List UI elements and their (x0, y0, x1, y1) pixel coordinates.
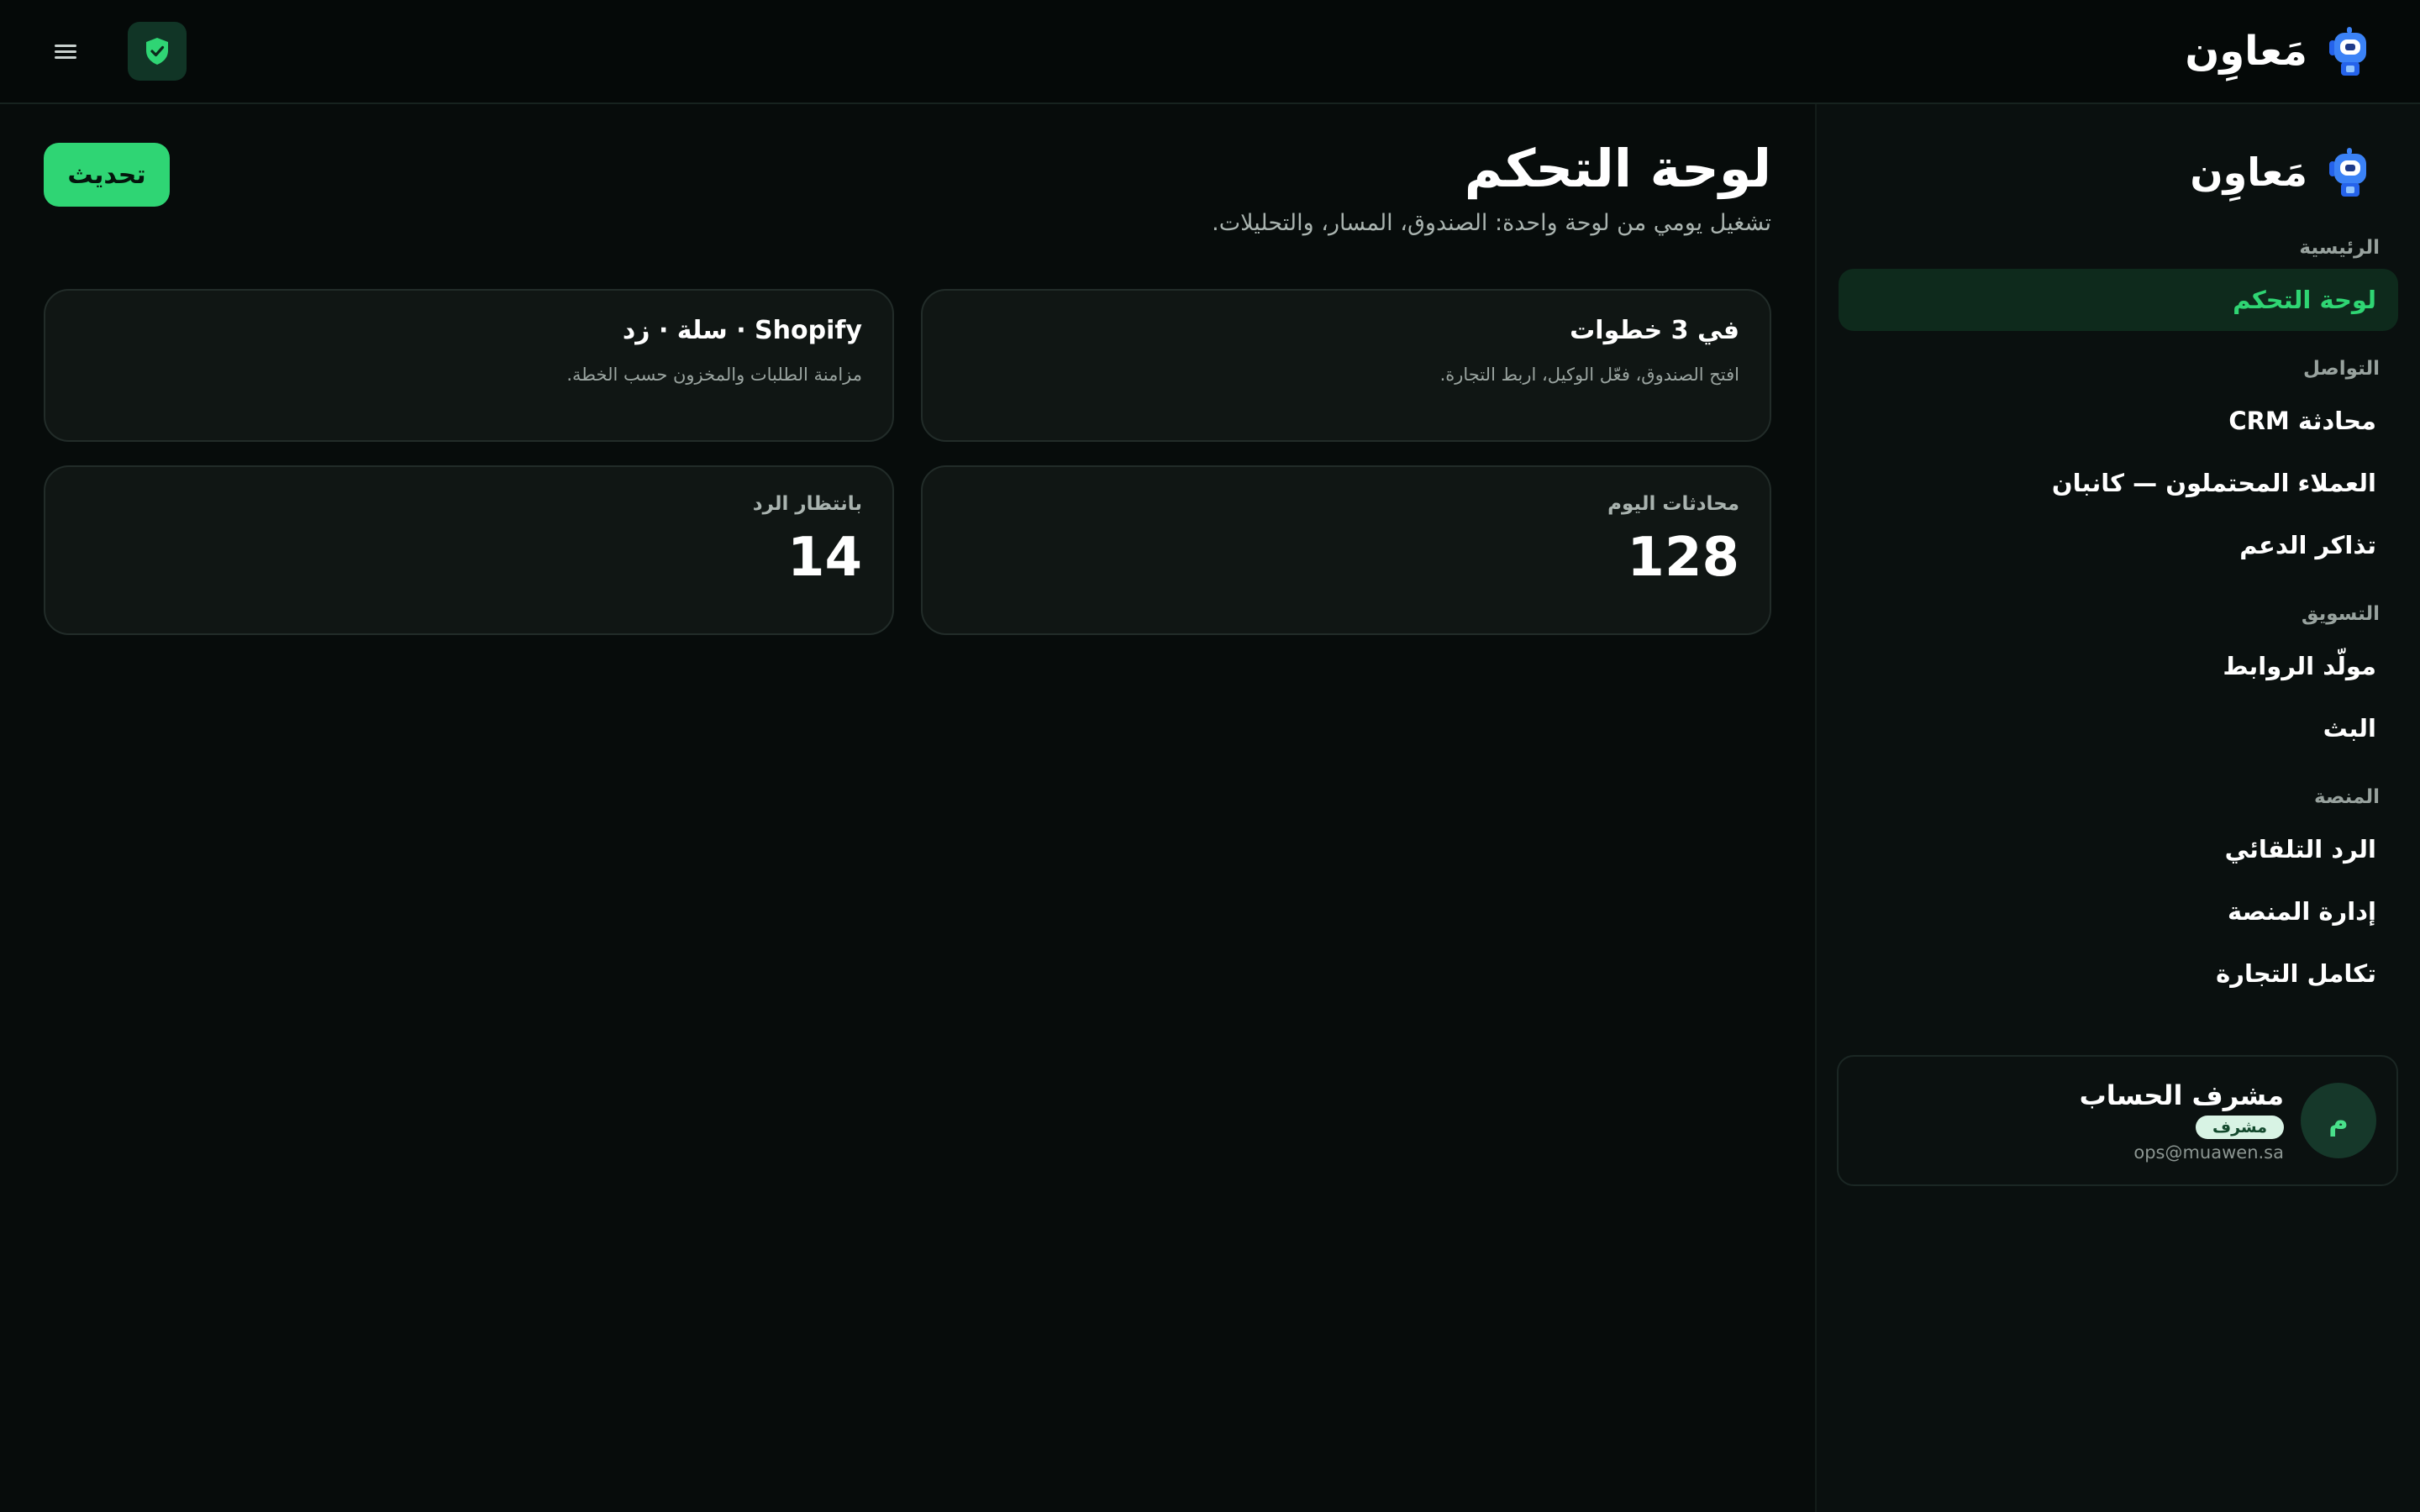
stat-label: بانتظار الرد (752, 493, 862, 515)
robot-logo-icon (2329, 148, 2366, 197)
stat-label: محادثات اليوم (1607, 493, 1739, 515)
info-card-steps: في 3 خطوات افتح الصندوق، فعّل الوكيل، ار… (921, 289, 1771, 442)
sidebar-item-auto-reply[interactable]: الرد التلقائي (1839, 818, 2398, 880)
menu-button[interactable] (40, 26, 91, 76)
sidebar-brand-name: مَعاوِن (2190, 150, 2307, 195)
role-badge: مشرف (2196, 1116, 2284, 1139)
section-title-platform: المنصة (2314, 786, 2380, 808)
page-title: لوحة التحكم (1464, 138, 1771, 199)
stat-card-awaiting-reply: بانتظار الرد 14 (44, 465, 894, 635)
sidebar-item-commerce-integration[interactable]: تكامل التجارة (1839, 942, 2398, 1005)
page-subtitle: تشغيل يومي من لوحة واحدة: الصندوق، المسا… (1212, 210, 1771, 236)
main-content: لوحة التحكم تشغيل يومي من لوحة واحدة: ال… (0, 104, 1815, 1512)
user-card[interactable]: م مشرف الحساب مشرف ops@muawen.sa (1837, 1055, 2398, 1186)
card-title: في 3 خطوات (1570, 316, 1739, 345)
top-actions (40, 22, 187, 81)
top-brand[interactable]: مَعاوِن (2185, 25, 2373, 77)
sidebar: مَعاوِن الرئيسية لوحة التحكم التواصل محا… (1815, 104, 2420, 1512)
section-title-communication: التواصل (2303, 358, 2380, 380)
hamburger-menu-icon (55, 45, 76, 59)
sidebar-item-leads-kanban[interactable]: العملاء المحتملون — كانبان (1839, 452, 2398, 514)
shield-check-icon (146, 38, 168, 65)
card-description: مزامنة الطلبات والمخزون حسب الخطة. (566, 365, 862, 385)
sidebar-brand[interactable]: مَعاوِن (1839, 138, 2398, 207)
card-title: Shopify · سلة · زد (622, 316, 862, 345)
robot-logo-icon (2329, 27, 2366, 76)
info-card-integrations: Shopify · سلة · زد مزامنة الطلبات والمخز… (44, 289, 894, 442)
stat-value: 128 (1627, 527, 1739, 589)
sidebar-item-link-generator[interactable]: مولّد الروابط (1839, 635, 2398, 697)
sidebar-item-dashboard[interactable]: لوحة التحكم (1839, 269, 2398, 331)
top-bar: مَعاوِن (0, 0, 2420, 104)
stat-card-today-chats: محادثات اليوم 128 (921, 465, 1771, 635)
section-title-marketing: التسويق (2301, 603, 2380, 625)
sidebar-item-crm-chat[interactable]: محادثة CRM (1839, 390, 2398, 452)
user-info: مشرف الحساب مشرف ops@muawen.sa (2080, 1079, 2284, 1163)
stat-value: 14 (786, 527, 862, 589)
sidebar-item-broadcast[interactable]: البث (1839, 697, 2398, 759)
section-title-home: الرئيسية (2299, 237, 2380, 259)
sidebar-item-platform-admin[interactable]: إدارة المنصة (1839, 880, 2398, 942)
user-name: مشرف الحساب (2079, 1079, 2284, 1111)
user-email: ops@muawen.sa (2133, 1142, 2284, 1163)
security-button[interactable] (128, 22, 187, 81)
refresh-button[interactable]: تحديث (44, 143, 170, 207)
sidebar-item-support-tickets[interactable]: تذاكر الدعم (1839, 514, 2398, 576)
brand-name: مَعاوِن (2185, 28, 2307, 75)
avatar: م (2301, 1083, 2376, 1158)
card-description: افتح الصندوق، فعّل الوكيل، اربط التجارة. (1439, 365, 1739, 385)
